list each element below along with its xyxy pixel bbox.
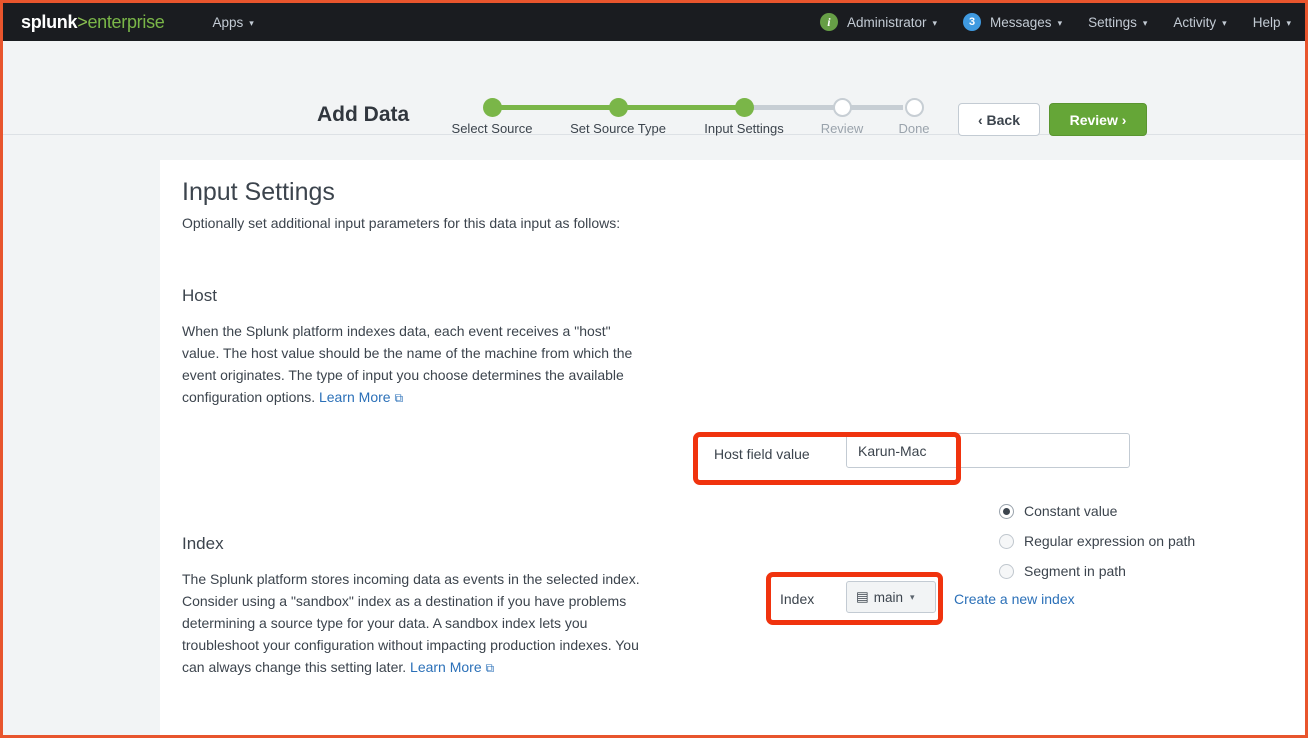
nav-item-messages[interactable]: 3 Messages ▾ bbox=[963, 3, 1062, 41]
top-navigation-bar: splunk>enterprise Apps ▾ i Administrator… bbox=[3, 3, 1305, 41]
wizard-step-label-done: Done bbox=[898, 121, 930, 136]
wizard-step-dot-input-settings[interactable] bbox=[735, 98, 754, 117]
back-button[interactable]: ‹ Back bbox=[958, 103, 1040, 136]
radio-option-segment-in-path[interactable]: Segment in path bbox=[999, 556, 1195, 586]
radio-option-regular-expression-on-path[interactable]: Regular expression on path bbox=[999, 526, 1195, 556]
nav-help-label: Help bbox=[1252, 14, 1281, 30]
wizard-step-dot-done[interactable] bbox=[905, 98, 924, 117]
logo-splunk-text: splunk bbox=[21, 11, 78, 32]
chevron-down-icon: ▾ bbox=[932, 17, 938, 28]
host-section-title: Host bbox=[182, 286, 217, 305]
step-connector-1 bbox=[500, 105, 617, 110]
content-card: Input Settings Optionally set additional… bbox=[160, 160, 1305, 735]
nav-right-group: i Administrator ▾ 3 Messages ▾ Settings … bbox=[819, 3, 1291, 41]
page-title: Add Data bbox=[317, 103, 410, 126]
radio-label-constant-value: Constant value bbox=[1024, 503, 1118, 519]
logo-gt-glyph: > bbox=[77, 11, 88, 32]
nav-item-apps[interactable]: Apps ▾ bbox=[212, 3, 253, 41]
chevron-down-icon: ▾ bbox=[1286, 17, 1291, 28]
nav-apps-label: Apps bbox=[212, 14, 244, 30]
index-selected-value: main bbox=[873, 589, 904, 605]
host-section-description: When the Splunk platform indexes data, e… bbox=[182, 320, 642, 409]
wizard-step-dot-select-source[interactable] bbox=[483, 98, 502, 117]
radio-option-constant-value[interactable]: Constant value bbox=[999, 496, 1195, 526]
host-field-value-label: Host field value bbox=[714, 446, 810, 462]
chevron-down-icon: ▾ bbox=[1222, 17, 1227, 28]
chevron-down-icon: ▾ bbox=[1142, 17, 1148, 28]
wizard-header: Add Data Select Source Set Source Type I… bbox=[3, 41, 1305, 136]
host-description-text: When the Splunk platform indexes data, e… bbox=[182, 323, 633, 405]
chevron-down-icon: ▾ bbox=[1057, 17, 1063, 28]
splunk-enterprise-logo[interactable]: splunk>enterprise bbox=[21, 11, 165, 33]
review-button[interactable]: Review › bbox=[1049, 103, 1147, 136]
wizard-step-label-set-source-type: Set Source Type bbox=[570, 121, 666, 136]
nav-activity-label: Activity bbox=[1173, 14, 1217, 30]
radio-label-regular-expression-on-path: Regular expression on path bbox=[1024, 533, 1196, 549]
message-count-badge: 3 bbox=[963, 13, 982, 31]
wizard-step-label-select-source: Select Source bbox=[451, 121, 533, 136]
host-field-value-input[interactable] bbox=[846, 433, 1130, 468]
create-new-index-link[interactable]: Create a new index bbox=[954, 591, 1075, 607]
radio-button-segment-in-path[interactable] bbox=[999, 563, 1014, 579]
index-learn-more-link[interactable]: Learn More bbox=[410, 659, 482, 675]
nav-messages-label: Messages bbox=[990, 14, 1052, 30]
nav-item-administrator[interactable]: i Administrator ▾ bbox=[819, 3, 938, 41]
index-section-title: Index bbox=[182, 534, 224, 553]
wizard-step-dot-review[interactable] bbox=[833, 98, 852, 117]
external-link-icon[interactable]: ⧉ bbox=[486, 661, 495, 675]
radio-label-segment-in-path: Segment in path bbox=[1024, 563, 1126, 579]
info-icon: i bbox=[819, 13, 838, 31]
wizard-step-tracker: Select Source Set Source Type Input Sett… bbox=[452, 69, 930, 136]
app-window: splunk>enterprise Apps ▾ i Administrator… bbox=[0, 0, 1308, 738]
section-subheading: Optionally set additional input paramete… bbox=[182, 215, 621, 231]
index-select-dropdown[interactable]: ▤ main ▾ bbox=[846, 581, 936, 613]
wizard-step-label-review: Review bbox=[820, 121, 864, 136]
step-connector-2 bbox=[617, 105, 743, 110]
nav-item-activity[interactable]: Activity ▾ bbox=[1173, 3, 1226, 41]
nav-settings-label: Settings bbox=[1088, 14, 1137, 30]
chevron-down-icon: ▾ bbox=[249, 17, 254, 28]
external-link-icon[interactable]: ⧉ bbox=[394, 391, 403, 405]
wizard-step-dot-set-source-type[interactable] bbox=[609, 98, 628, 117]
index-list-icon: ▤ bbox=[856, 589, 869, 604]
index-section-description: The Splunk platform stores incoming data… bbox=[182, 568, 642, 679]
nav-item-help[interactable]: Help ▾ bbox=[1253, 3, 1291, 41]
radio-button-regular-expression-on-path[interactable] bbox=[999, 533, 1014, 549]
section-heading: Input Settings bbox=[182, 178, 335, 206]
logo-enterprise-text: enterprise bbox=[87, 11, 165, 32]
nav-item-settings[interactable]: Settings ▾ bbox=[1088, 3, 1147, 41]
nav-administrator-label: Administrator bbox=[846, 14, 927, 30]
host-value-radio-group: Constant value Regular expression on pat… bbox=[999, 496, 1195, 586]
wizard-step-label-input-settings: Input Settings bbox=[704, 121, 784, 136]
host-learn-more-link[interactable]: Learn More bbox=[319, 389, 391, 405]
radio-button-constant-value[interactable] bbox=[999, 503, 1014, 519]
index-field-label: Index bbox=[780, 591, 815, 607]
chevron-down-icon: ▾ bbox=[910, 591, 915, 602]
step-connector-3 bbox=[743, 105, 841, 110]
